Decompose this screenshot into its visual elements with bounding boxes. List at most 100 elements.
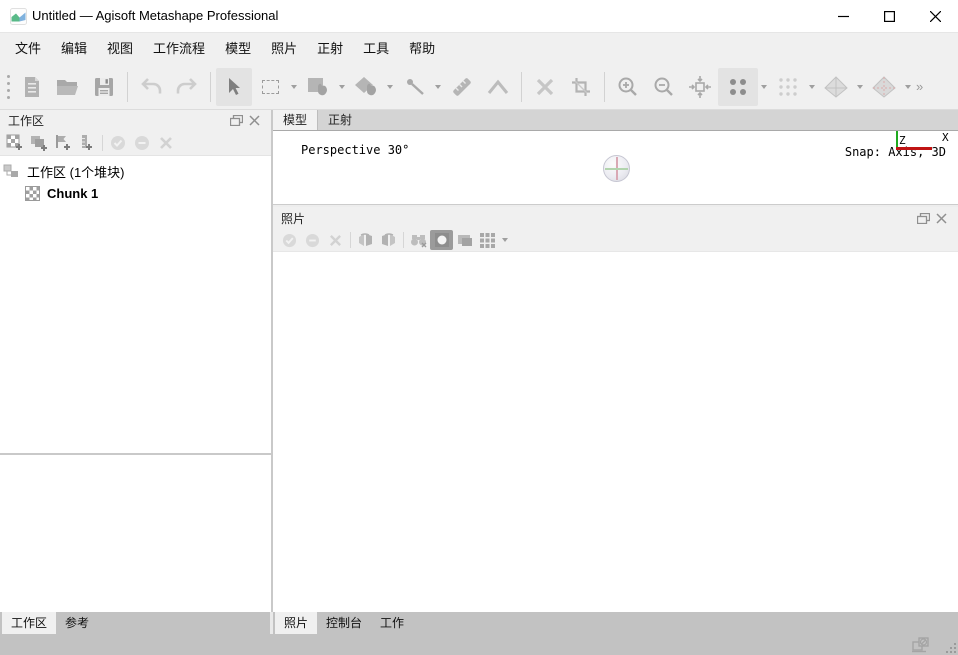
workspace-float-button[interactable] [227,112,245,130]
tab-ortho[interactable]: 正射 [318,110,362,130]
crop-region-button[interactable] [563,68,599,106]
rotate-right-button[interactable] [377,230,400,250]
draw-polyline-icon [487,79,509,94]
chevron-down-icon [809,84,815,89]
model-viewport[interactable]: Perspective 30° Snap: Axis, 3D Z X [273,131,958,204]
close-icon [935,212,947,224]
chevron-down-icon [339,84,345,89]
disable-camera-button[interactable] [301,230,324,250]
mesh-textured-view-button[interactable] [866,68,902,106]
mesh-textured-view-dropdown[interactable] [902,68,914,106]
rotate-left-button[interactable] [354,230,377,250]
main-toolbar: » [0,64,958,110]
close-button[interactable] [912,0,958,33]
move-region-dropdown[interactable] [336,68,348,106]
photos-close-button[interactable] [932,209,950,227]
tab-photos[interactable]: 照片 [275,612,318,634]
photos-list-area[interactable] [273,252,958,612]
toolbar-overflow-chevron[interactable]: » [916,79,923,94]
marquee-select-dropdown[interactable] [288,68,300,106]
trackball-horizontal-axis [605,168,628,170]
menu-help[interactable]: 帮助 [399,33,445,64]
enable-item-button[interactable] [106,132,130,154]
tab-reference[interactable]: 参考 [56,612,98,634]
move-object-button[interactable] [348,68,384,106]
toolbar-separator [102,135,103,151]
photos-toolbar [273,229,958,252]
thumbnail-view-icon [434,233,449,247]
dense-cloud-view-button[interactable] [770,68,806,106]
new-document-button[interactable] [14,68,50,106]
tab-model[interactable]: 模型 [273,110,319,130]
minimize-button[interactable] [820,0,866,33]
point-cloud-view-button[interactable] [718,67,758,106]
ruler-button[interactable] [444,68,480,106]
enable-check-icon [111,136,125,150]
dense-cloud-view-dropdown[interactable] [806,68,818,106]
marquee-select-button[interactable] [252,68,288,106]
workspace-hierarchy-icon [3,164,18,177]
thumbnail-view-button[interactable] [430,230,453,250]
grid-view-dropdown[interactable] [499,221,511,259]
select-arrow-icon [229,77,240,95]
tab-console[interactable]: 控制台 [317,612,371,634]
resize-grip[interactable] [942,639,956,653]
workspace-close-button[interactable] [245,112,263,130]
bottom-tabbar: 工作区 参考 照片 控制台 工作 [0,612,958,634]
save-button[interactable] [86,68,122,106]
delete-button[interactable] [527,68,563,106]
toolbar-separator [127,71,128,102]
remove-camera-button[interactable] [324,230,347,250]
fit-view-icon [689,75,711,98]
filter-photos-button[interactable] [407,230,430,250]
tab-jobs[interactable]: 工作 [371,612,413,634]
mesh-shaded-view-button[interactable] [818,68,854,106]
open-button[interactable] [50,68,86,106]
menu-edit[interactable]: 编辑 [51,33,97,64]
menu-tools[interactable]: 工具 [353,33,399,64]
draw-polyline-button[interactable] [480,68,516,106]
tree-item-workspace[interactable]: 工作区 (1个堆块) [0,160,271,182]
app-logo-icon [10,8,27,25]
maximize-button[interactable] [866,0,912,33]
marquee-select-icon [261,79,279,94]
navigation-trackball[interactable] [603,155,630,182]
grid-view-button[interactable] [476,230,499,250]
menu-model[interactable]: 模型 [215,33,261,64]
undo-button[interactable] [133,68,169,106]
open-folder-icon [57,79,78,95]
menu-photo[interactable]: 照片 [261,33,307,64]
menu-view[interactable]: 视图 [97,33,143,64]
draw-point-dropdown[interactable] [432,68,444,106]
menu-workflow[interactable]: 工作流程 [143,33,215,64]
save-icon [95,77,113,96]
add-chunk-button[interactable] [3,132,27,154]
add-scalebar-button[interactable] [75,132,99,154]
menu-file[interactable]: 文件 [5,33,51,64]
fit-view-button[interactable] [682,68,718,106]
redo-button[interactable] [169,68,205,106]
mesh-shaded-view-dropdown[interactable] [854,68,866,106]
toolbar-drag-handle[interactable] [2,70,14,104]
photos-float-button[interactable] [914,209,932,227]
draw-point-button[interactable] [396,68,432,106]
rotate-left-icon [359,232,372,246]
details-view-button[interactable] [453,230,476,250]
remove-item-button[interactable] [154,132,178,154]
point-cloud-view-dropdown[interactable] [758,68,770,106]
workspace-tree: 工作区 (1个堆块) Chunk 1 [0,156,271,453]
tree-item-chunk[interactable]: Chunk 1 [0,182,271,204]
enable-camera-button[interactable] [278,230,301,250]
move-region-button[interactable] [300,68,336,106]
zoom-in-button[interactable] [610,68,646,106]
disable-item-button[interactable] [130,132,154,154]
tab-workspace[interactable]: 工作区 [2,612,57,634]
zoom-out-button[interactable] [646,68,682,106]
add-photos-button[interactable] [27,132,51,154]
add-marker-button[interactable] [51,132,75,154]
select-arrow-button[interactable] [216,67,252,106]
float-panel-icon [229,115,243,126]
move-object-dropdown[interactable] [384,68,396,106]
menu-ortho[interactable]: 正射 [307,33,353,64]
right-dock: 模型 正射 Perspective 30° Snap: Axis, 3D Z X… [273,110,958,612]
